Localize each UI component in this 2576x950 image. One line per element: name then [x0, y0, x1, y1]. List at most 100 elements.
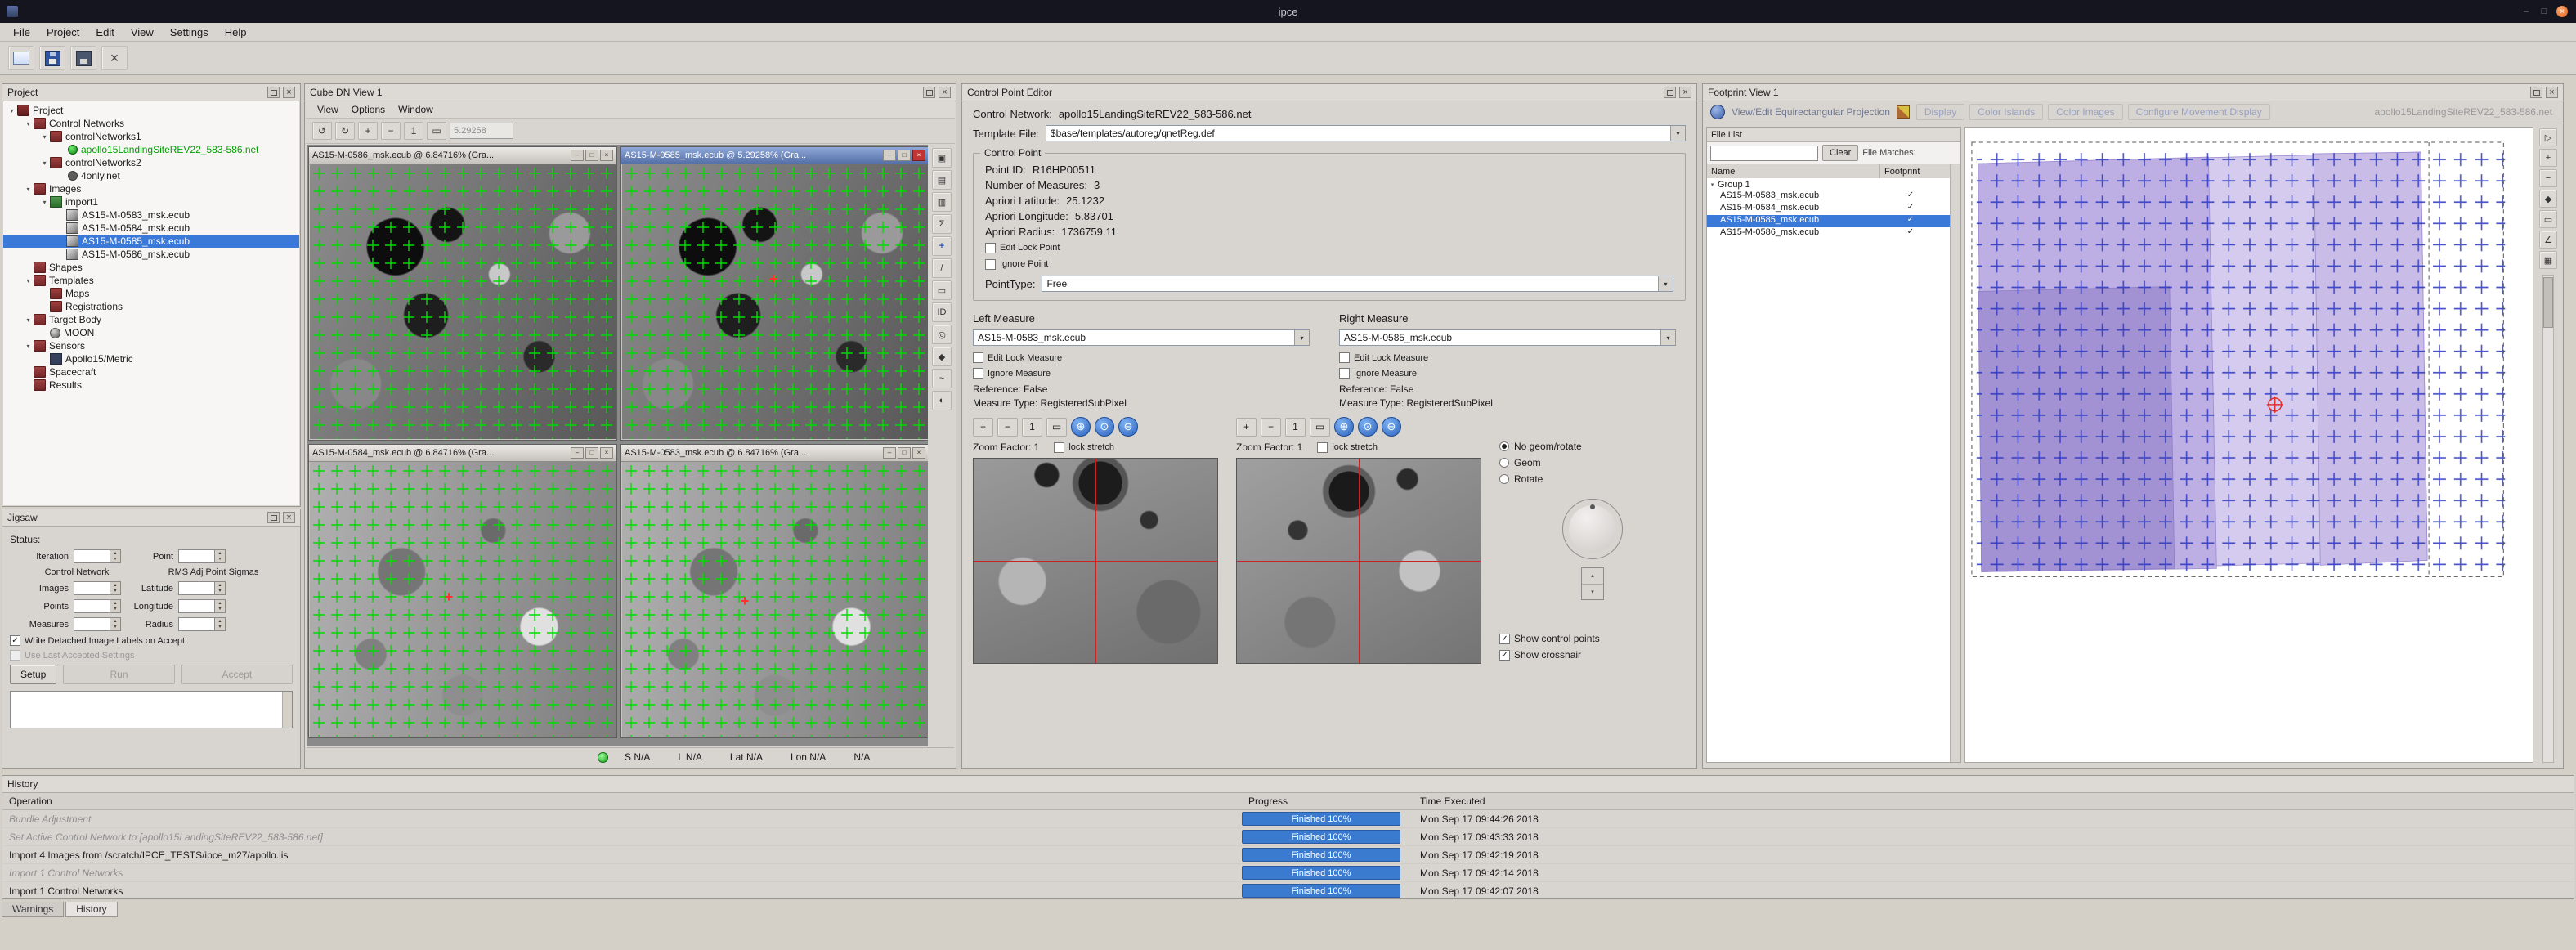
minimize-icon[interactable]	[883, 447, 896, 459]
zoom-out-button[interactable]: −	[997, 418, 1018, 437]
time-column-header[interactable]: Time Executed	[1413, 795, 2574, 807]
close-icon[interactable]	[912, 447, 925, 459]
grid-tool[interactable]: ▦	[2539, 251, 2557, 269]
crosshair-tool[interactable]: +	[932, 236, 952, 256]
footprint-check[interactable]: ✓	[1870, 190, 1951, 203]
blink-tool[interactable]: ◐	[932, 391, 952, 410]
right-spinner[interactable]	[178, 617, 226, 631]
maximize-icon[interactable]	[585, 447, 598, 459]
project-tree-item[interactable]: ▾ Images	[3, 182, 299, 195]
project-tree-item[interactable]: Spacecraft	[3, 365, 299, 379]
expander-icon[interactable]: ▾	[1707, 181, 1718, 188]
project-tree-item[interactable]: ▾ Target Body	[3, 313, 299, 326]
float-panel-icon[interactable]	[2530, 87, 2542, 98]
zoom-in-icon[interactable]: +	[358, 122, 378, 140]
history-row[interactable]: Import 4 Images from /scratch/IPCE_TESTS…	[2, 846, 2574, 864]
project-tree-item[interactable]: ▾ Sensors	[3, 339, 299, 352]
file-list-row[interactable]: AS15-M-0584_msk.ecub ✓	[1707, 203, 1951, 215]
close-panel-icon[interactable]	[939, 87, 951, 98]
history-row[interactable]: Set Active Control Network to [apollo15L…	[2, 828, 2574, 846]
project-tree-item[interactable]: apollo15LandingSiteREV22_583-586.net	[3, 143, 299, 156]
splitter[interactable]	[301, 83, 304, 769]
window-titlebar[interactable]: ipce	[0, 0, 2576, 23]
ignore-measure-checkbox[interactable]: Ignore Measure	[973, 368, 1051, 379]
file-search-input[interactable]	[1710, 146, 1818, 161]
float-panel-icon[interactable]	[267, 512, 280, 523]
zoom-fit-button[interactable]: ▭	[1310, 418, 1330, 437]
project-tree-item[interactable]: ▾ controlNetworks1	[3, 130, 299, 143]
close-icon[interactable]	[2556, 6, 2568, 17]
file-group-row[interactable]: ▾ Group 1	[1707, 178, 1951, 190]
measure-chip-viewport[interactable]	[973, 458, 1218, 664]
close-panel-icon[interactable]	[1679, 87, 1691, 98]
setup-button[interactable]: Setup	[10, 665, 56, 684]
save-measure-button[interactable]: ⊖	[1118, 417, 1138, 437]
zoom-out-button[interactable]: −	[1261, 418, 1281, 437]
register-measure-button[interactable]: ⊙	[1358, 417, 1378, 437]
zoom-value-field[interactable]: 5.29258	[450, 123, 513, 139]
close-panel-icon[interactable]	[283, 512, 295, 523]
expander-icon[interactable]: ▾	[23, 316, 34, 324]
zoom-tool[interactable]: ◎	[932, 325, 952, 344]
project-tree-item[interactable]: Shapes	[3, 261, 299, 274]
run-button[interactable]: Run	[63, 665, 174, 684]
point-type-combobox[interactable]: Free	[1042, 276, 1673, 292]
footprint-toolbar-button[interactable]: Color Islands	[1969, 104, 2043, 120]
cube-subwindow[interactable]: AS15-M-0586_msk.ecub @ 6.84716% (Gra... …	[308, 146, 617, 441]
close-project-icon[interactable]: ×	[101, 46, 128, 70]
project-tree-item[interactable]: ▾ Project	[3, 104, 299, 117]
expander-icon[interactable]: ▾	[7, 107, 17, 114]
find-point-button[interactable]: ⊕	[1334, 417, 1354, 437]
save-measure-button[interactable]: ⊖	[1382, 417, 1401, 437]
maximize-icon[interactable]	[898, 150, 911, 161]
close-icon[interactable]	[600, 447, 613, 459]
band-id-tool[interactable]: ID	[932, 302, 952, 322]
project-tree-item[interactable]: Apollo15/Metric	[3, 352, 299, 365]
project-tree-item[interactable]: AS15-M-0583_msk.ecub	[3, 208, 299, 222]
zoom-out-icon[interactable]: −	[381, 122, 401, 140]
geom-radio-option[interactable]: No geom/rotate	[1499, 438, 1686, 455]
geom-radio-option[interactable]: Geom	[1499, 455, 1686, 471]
control-point-editor-titlebar[interactable]: Control Point Editor	[962, 84, 1696, 101]
expander-icon[interactable]: ▾	[23, 120, 34, 128]
cube-image-viewport[interactable]: +	[310, 462, 616, 737]
close-panel-icon[interactable]	[2546, 87, 2558, 98]
menu-item[interactable]: View	[123, 25, 162, 40]
template-file-combobox[interactable]: $base/templates/autoreg/qnetReg.def	[1046, 125, 1686, 141]
float-panel-icon[interactable]	[267, 87, 280, 98]
expander-icon[interactable]: ▾	[39, 133, 50, 141]
measure-cube-combobox[interactable]: AS15-M-0585_msk.ecub	[1339, 329, 1676, 346]
zoom-in-button[interactable]: +	[1236, 418, 1257, 437]
edit-lock-measure-checkbox[interactable]: Edit Lock Measure	[1339, 352, 1428, 363]
project-tree-item[interactable]: Registrations	[3, 300, 299, 313]
minimize-icon[interactable]	[883, 150, 896, 161]
next-view-icon[interactable]: ↻	[335, 122, 355, 140]
show-control-points-checkbox[interactable]: Show control points	[1499, 633, 1686, 644]
rotation-spinner[interactable]	[1581, 567, 1604, 600]
zoom-1to1-button[interactable]: 1	[1285, 418, 1306, 437]
expander-icon[interactable]: ▾	[39, 159, 50, 167]
lock-stretch-checkbox[interactable]: lock stretch	[1054, 442, 1114, 453]
cube-subwindow-titlebar[interactable]: AS15-M-0586_msk.ecub @ 6.84716% (Gra...	[309, 147, 616, 164]
footprint-map[interactable]	[1964, 127, 2533, 763]
save-project-as-icon[interactable]	[70, 46, 96, 70]
menu-item[interactable]: View	[311, 103, 345, 116]
show-crosshair-checkbox[interactable]: Show crosshair	[1499, 649, 1686, 661]
previous-view-icon[interactable]: ↺	[312, 122, 332, 140]
cube-subwindow-titlebar[interactable]: AS15-M-0584_msk.ecub @ 6.84716% (Gra...	[309, 445, 616, 462]
paintbrush-icon[interactable]	[1897, 105, 1910, 119]
footprint-toolbar-button[interactable]: Configure Movement Display	[2128, 104, 2270, 120]
lock-stretch-checkbox[interactable]: lock stretch	[1317, 442, 1378, 453]
cube-dn-view-titlebar[interactable]: Cube DN View 1	[305, 84, 956, 101]
history-row[interactable]: Bundle Adjustment Finished 100% Mon Sep …	[2, 810, 2574, 828]
file-list-row[interactable]: AS15-M-0586_msk.ecub ✓	[1707, 227, 1951, 240]
write-detached-labels-checkbox[interactable]: Write Detached Image Labels on Accept	[10, 635, 185, 646]
pan-tool[interactable]: ◆	[932, 347, 952, 366]
edit-lock-point-checkbox[interactable]: Edit Lock Point	[985, 243, 1060, 253]
ruler-tool[interactable]: ▭	[932, 280, 952, 300]
file-list-row[interactable]: AS15-M-0585_msk.ecub ✓	[1707, 215, 1951, 227]
measure-chip-viewport[interactable]	[1236, 458, 1481, 664]
project-tree-item[interactable]: MOON	[3, 326, 299, 339]
operation-column-header[interactable]: Operation	[2, 795, 1242, 807]
history-row[interactable]: Import 1 Control Networks Finished 100% …	[2, 864, 2574, 882]
